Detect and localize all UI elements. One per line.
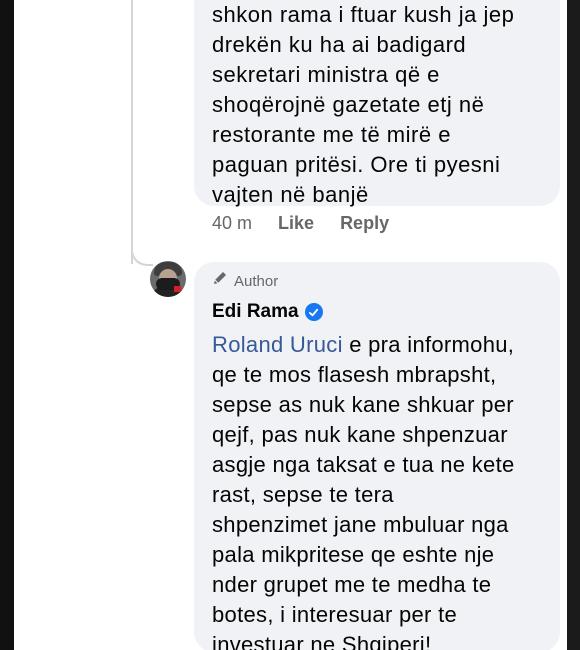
reply-bubble: Author Edi Rama Roland Uruci e pra infor… <box>194 262 560 650</box>
author-name[interactable]: Edi Rama <box>212 297 299 327</box>
reply-text: Roland Uruci e pra informohu, qe te mos … <box>212 330 548 650</box>
comment-bubble: shkon rama i ftuar kush ja jep drekën ku… <box>194 0 560 207</box>
reply-button[interactable]: Reply <box>340 213 389 234</box>
author-badge: Author <box>212 270 548 294</box>
author-badge-label: Author <box>234 273 279 290</box>
thread-line <box>131 0 133 264</box>
verified-badge-icon <box>304 303 323 321</box>
comments-screen: shkon rama i ftuar kush ja jep drekën ku… <box>14 0 567 650</box>
mention-link[interactable]: Roland Uruci <box>212 332 343 357</box>
thread-connector <box>131 232 153 266</box>
device-bezel-right <box>567 0 580 650</box>
comment-text: shkon rama i ftuar kush ja jep drekën ku… <box>212 2 515 207</box>
comment-timestamp[interactable]: 40 m <box>212 213 252 234</box>
reply-text-body: e pra informohu, qe te mos flasesh mbrap… <box>212 332 515 650</box>
avatar[interactable] <box>150 261 186 297</box>
device-bezel-left <box>0 0 14 650</box>
pencil-icon <box>212 267 228 297</box>
like-button[interactable]: Like <box>278 213 314 234</box>
comment-actions: 40 m Like Reply <box>212 213 389 234</box>
comment-author: Edi Rama <box>212 296 548 328</box>
